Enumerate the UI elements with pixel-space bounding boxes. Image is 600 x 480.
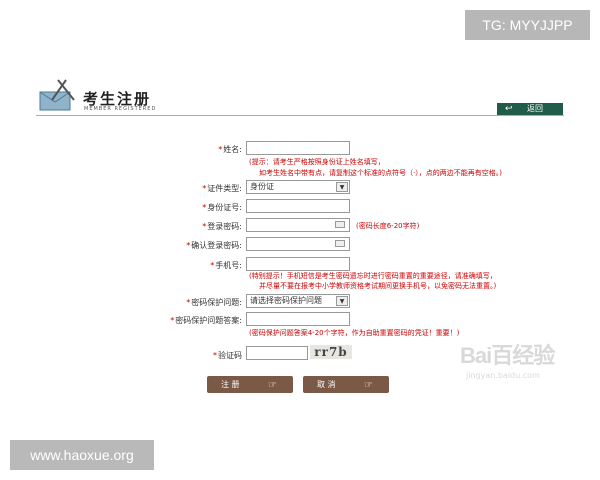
- security-question-select[interactable]: 请选择密码保护问题 ▼: [246, 294, 350, 308]
- name-hint-line2: 如考生姓名中带有点，请复制这个标准的点符号（·），点的两边不能再有空格。): [259, 169, 502, 177]
- security-question-label: *密码保护问题:: [186, 298, 242, 307]
- name-hint-line1: (提示：请考生严格按照身份证上姓名填写，: [249, 158, 385, 166]
- password-label: *登录密码:: [202, 222, 242, 231]
- phone-input[interactable]: [246, 257, 350, 271]
- cancel-button[interactable]: 取 消 ☞: [303, 376, 389, 393]
- header-divider: [36, 115, 564, 116]
- site-url-badge: www.haoxue.org: [10, 440, 154, 470]
- back-button-label: 返回: [527, 104, 543, 113]
- chevron-down-icon: ▼: [336, 296, 348, 306]
- chevron-down-icon: ▼: [336, 182, 348, 192]
- captcha-input[interactable]: [246, 346, 308, 360]
- security-answer-hint: (密码保护问题答案4-20个字符，作为自助重置密码的凭证！重要！): [249, 329, 460, 337]
- back-arrow-icon: ↩: [505, 104, 513, 114]
- back-button[interactable]: ↩ 返回: [497, 103, 563, 115]
- id-type-value: 身份证: [250, 182, 274, 191]
- tg-badge: TG: MYYJJPP: [465, 10, 590, 40]
- register-logo-icon: [39, 79, 75, 111]
- name-input[interactable]: [246, 141, 350, 155]
- security-answer-label: *密码保护问题答案:: [170, 316, 242, 325]
- password-hint: (密码长度6-20字符): [356, 222, 420, 230]
- hand-pointer-icon: ☞: [364, 380, 373, 391]
- name-label: *姓名:: [218, 145, 242, 154]
- page-subtitle: MEMBER REGISTERED: [84, 106, 157, 112]
- phone-label: *手机号:: [210, 261, 242, 270]
- id-number-label: *身份证号:: [202, 203, 242, 212]
- captcha-label: *验证码: [213, 351, 242, 360]
- cancel-button-label: 取 消: [317, 380, 336, 389]
- confirm-password-label: *确认登录密码:: [186, 241, 242, 250]
- captcha-image[interactable]: rr7b: [310, 345, 352, 359]
- baidu-watermark: Bai百经验: [460, 343, 555, 368]
- phone-hint-line2: 并尽量不要在报考中小学教师资格考试期间更换手机号，以免密码无法重置。): [259, 282, 497, 290]
- phone-hint-line1: (特别提示！手机短信是考生密码遗忘时进行密码重置的重要途径，请准确填写，: [249, 272, 497, 280]
- security-answer-input[interactable]: [246, 312, 350, 326]
- id-number-input[interactable]: [246, 199, 350, 213]
- hand-pointer-icon: ☞: [268, 380, 277, 391]
- keyboard-icon[interactable]: [335, 221, 345, 228]
- id-type-select[interactable]: 身份证 ▼: [246, 180, 350, 194]
- baidu-watermark-url: jingyan.baidu.com: [466, 371, 540, 380]
- id-type-label: *证件类型:: [202, 184, 242, 193]
- register-button-label: 注 册: [221, 380, 240, 389]
- register-button[interactable]: 注 册 ☞: [207, 376, 293, 393]
- security-question-value: 请选择密码保护问题: [250, 296, 322, 305]
- keyboard-icon[interactable]: [335, 240, 345, 247]
